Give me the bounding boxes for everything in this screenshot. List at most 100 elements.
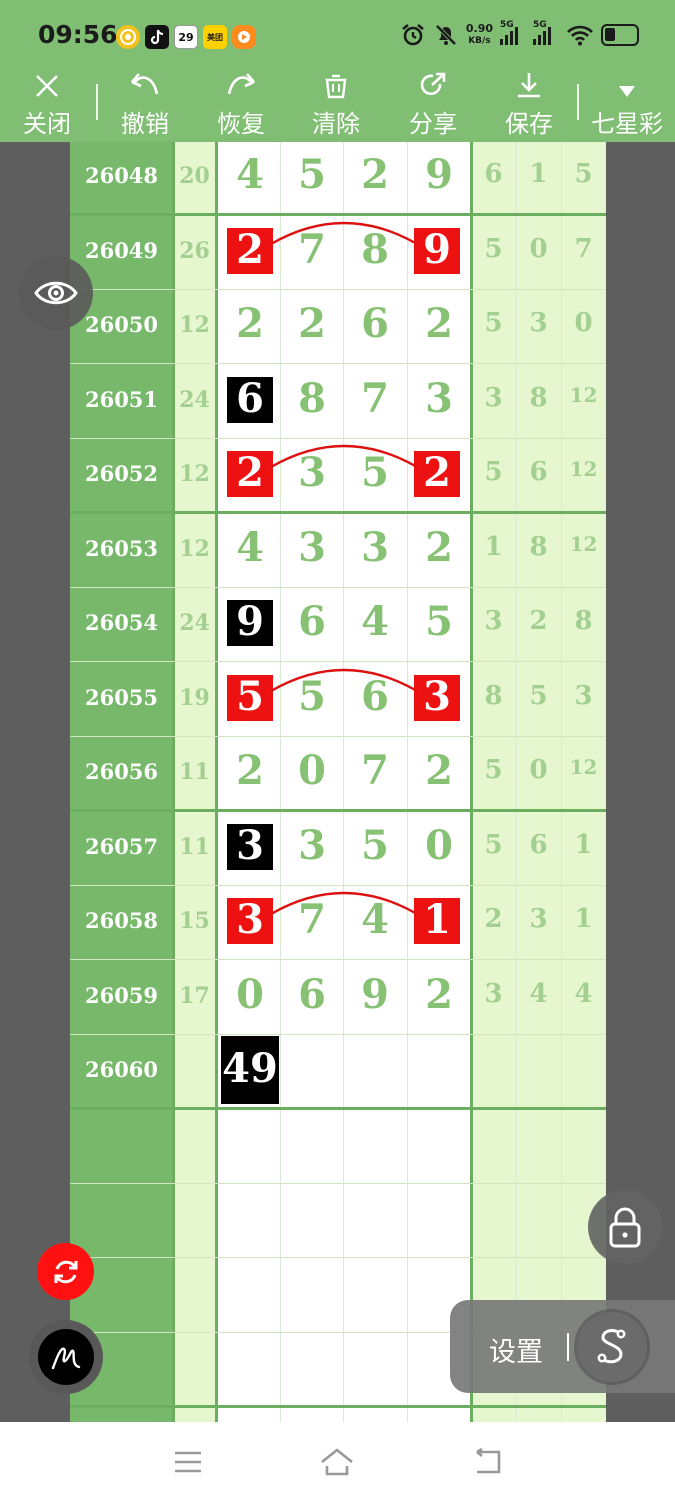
digit-cell[interactable]: 3 (218, 822, 282, 869)
digit-cell[interactable]: 0 (280, 747, 344, 794)
lottery-type-dropdown[interactable]: 七星彩 (587, 62, 667, 142)
digit-cell[interactable]: 6 (343, 673, 407, 720)
home-nav-button[interactable] (317, 1442, 357, 1482)
digit-cell[interactable]: 49 (218, 1045, 282, 1092)
digit-cell[interactable]: 1 (405, 896, 469, 943)
digit-cell[interactable]: 8 (343, 226, 407, 273)
share-icon (418, 62, 448, 100)
back-nav-button[interactable] (467, 1442, 507, 1482)
digit-cell[interactable]: 8 (280, 375, 344, 422)
menu-nav-button[interactable] (168, 1442, 208, 1482)
span-value: 5 (484, 755, 503, 785)
clear-button[interactable]: 清除 (305, 62, 367, 142)
save-button[interactable]: 保存 (498, 62, 560, 142)
span-value: 6 (484, 159, 503, 189)
digit-cell[interactable]: 4 (343, 598, 407, 645)
digit-cell[interactable]: 9 (405, 226, 469, 273)
digit-cell[interactable]: 5 (343, 822, 407, 869)
calendar-day: 29 (178, 30, 194, 44)
span-value: 2 (484, 904, 503, 934)
trash-icon (323, 62, 349, 100)
digit-cell[interactable]: 2 (343, 151, 407, 198)
eye-toggle-button[interactable] (19, 256, 93, 330)
sum-value: 11 (179, 834, 210, 860)
digit-cell[interactable]: 5 (280, 151, 344, 198)
signal-sim1-icon: 5G (500, 20, 526, 45)
network-speed-unit: KB/s (468, 36, 491, 46)
back-icon (476, 1448, 501, 1474)
settings-button[interactable]: 设置 (489, 1330, 543, 1369)
digit-cell[interactable]: 2 (218, 226, 282, 273)
digit-cell[interactable]: 3 (218, 896, 282, 943)
span-value: 12 (569, 755, 598, 779)
span-value: 6 (529, 457, 548, 487)
pen-button[interactable] (29, 1320, 103, 1394)
digit-cell[interactable]: 6 (280, 971, 344, 1018)
save-label: 保存 (505, 110, 553, 138)
digit-cell[interactable]: 2 (407, 747, 471, 794)
digit-cell[interactable]: 5 (218, 673, 282, 720)
digit-cell[interactable]: 4 (218, 524, 282, 571)
issue-number: 26059 (84, 983, 159, 1008)
sum-value: 12 (179, 536, 210, 562)
span-value: 5 (484, 308, 503, 338)
span-value: 3 (484, 383, 503, 413)
s-logo-button[interactable] (577, 1312, 647, 1382)
span-value: 5 (484, 457, 503, 487)
issue-number: 26054 (84, 610, 159, 635)
digit-cell[interactable]: 2 (407, 300, 471, 347)
sum-value: 12 (179, 312, 210, 338)
digit-cell[interactable]: 2 (218, 449, 282, 496)
close-icon (33, 62, 61, 100)
digit-cell[interactable]: 9 (407, 151, 471, 198)
span-value: 6 (529, 830, 548, 860)
digit-cell[interactable]: 0 (407, 822, 471, 869)
digit-cell[interactable]: 6 (280, 598, 344, 645)
digit-cell[interactable]: 3 (405, 673, 469, 720)
toolbar-divider (96, 84, 98, 120)
digit-cell[interactable]: 7 (280, 226, 344, 273)
digit-cell[interactable]: 6 (218, 375, 282, 422)
lottery-chart-grid[interactable]: 26048 20 4 5 2 9 6 1 5 26049 26 2 7 8 9 5 0 7 26050 12 2 2 6 2 5… (70, 142, 606, 1422)
sim1-label: 5G (500, 20, 514, 30)
meituan-label: 美团 (207, 32, 223, 42)
home-icon (321, 1448, 353, 1476)
digit-cell[interactable]: 5 (343, 449, 407, 496)
digit-cell[interactable]: 2 (407, 971, 471, 1018)
lock-button[interactable] (588, 1190, 662, 1264)
calendar-icon: 29 (174, 25, 198, 49)
digit-cell[interactable]: 0 (218, 971, 282, 1018)
digit-cell[interactable]: 2 (407, 524, 471, 571)
digit-cell[interactable]: 5 (280, 673, 344, 720)
undo-icon (129, 62, 161, 100)
digit-cell[interactable]: 3 (407, 375, 471, 422)
digit-cell[interactable]: 4 (343, 896, 407, 943)
digit-cell[interactable]: 7 (343, 375, 407, 422)
digit-cell[interactable]: 3 (280, 822, 344, 869)
digit-cell[interactable]: 7 (280, 896, 344, 943)
close-label: 关闭 (23, 110, 71, 138)
redo-button[interactable]: 恢复 (210, 62, 272, 142)
digit-cell[interactable]: 7 (343, 747, 407, 794)
digit-cell[interactable]: 9 (218, 598, 282, 645)
refresh-button[interactable] (37, 1243, 94, 1300)
span-value: 12 (569, 383, 598, 407)
undo-button[interactable]: 撤销 (114, 62, 176, 142)
network-speed: 0.90 KB/s (466, 23, 493, 47)
settings-panel: 设置 (450, 1300, 675, 1393)
issue-number: 26049 (84, 238, 159, 263)
digit-cell[interactable]: 3 (280, 524, 344, 571)
digit-cell[interactable]: 6 (343, 300, 407, 347)
digit-cell[interactable]: 2 (218, 300, 282, 347)
close-button[interactable]: 关闭 (18, 62, 76, 142)
share-button[interactable]: 分享 (402, 62, 464, 142)
digit-cell[interactable]: 9 (343, 971, 407, 1018)
digit-cell[interactable]: 3 (280, 449, 344, 496)
digit-cell[interactable]: 3 (343, 524, 407, 571)
digit-cell[interactable]: 2 (405, 449, 469, 496)
digit-cell[interactable]: 2 (280, 300, 344, 347)
digit-cell[interactable]: 2 (218, 747, 282, 794)
span-value: 8 (574, 606, 593, 636)
digit-cell[interactable]: 4 (218, 151, 282, 198)
digit-cell[interactable]: 5 (407, 598, 471, 645)
